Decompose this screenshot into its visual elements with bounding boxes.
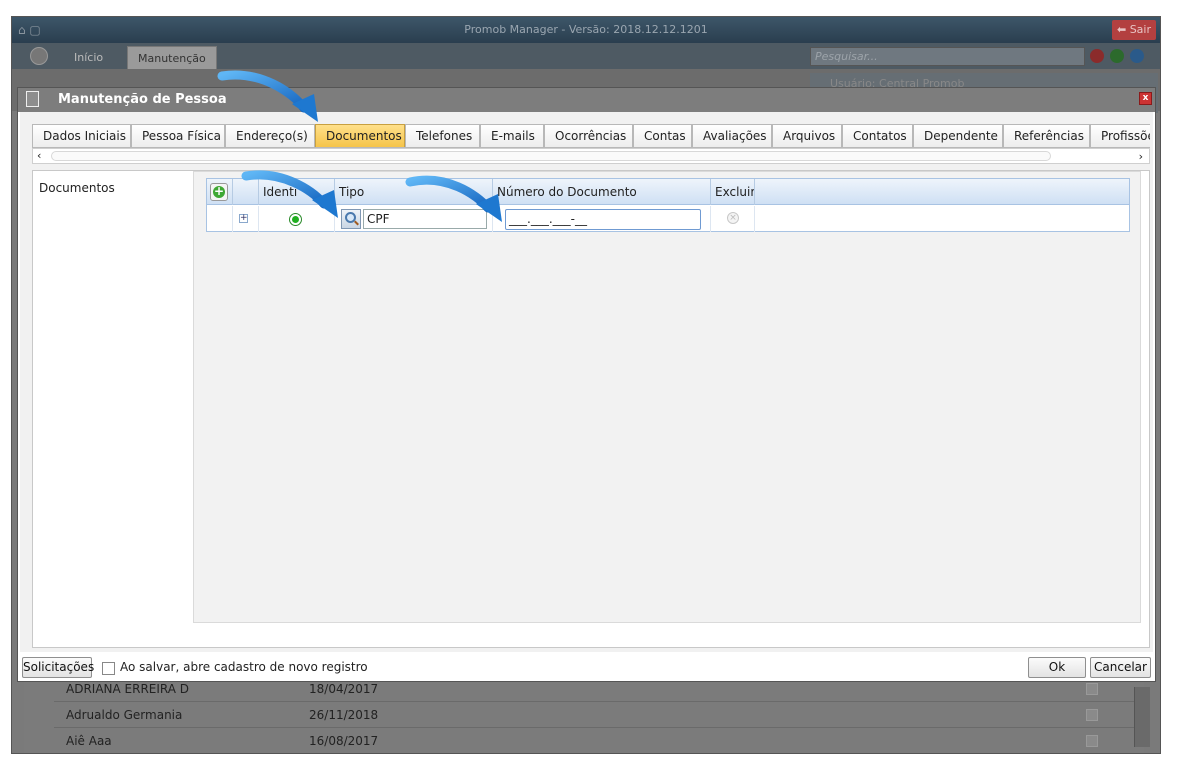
tab-telefones[interactable]: Telefones (405, 124, 480, 147)
table-row[interactable]: Adrualdo Germania 26/11/2018 (54, 703, 1144, 728)
row-checkbox[interactable] (1086, 683, 1098, 695)
tab-manutencao[interactable]: Manutenção (127, 46, 217, 69)
dialog-footer: Solicitações Ao salvar, abre cadastro de… (20, 655, 1153, 681)
expand-col-header (233, 179, 259, 205)
col-header-numero[interactable]: Número do Documento (493, 179, 711, 205)
section-label: Documentos (39, 181, 115, 195)
col-header-tipo[interactable]: Tipo (335, 179, 493, 205)
document-icon (26, 91, 39, 107)
delete-icon[interactable]: × (727, 212, 739, 224)
window-title: Promob Manager - Versão: 2018.12.12.1201 (464, 23, 708, 36)
close-button[interactable]: x (1139, 92, 1152, 105)
documents-grid: + Identi Tipo Número do Documento Exclui… (206, 178, 1130, 232)
exit-arrow-icon: ⬅ (1116, 23, 1127, 36)
row-date: 26/11/2018 (309, 708, 379, 722)
documents-panel: Documentos + Identi Tipo Número do Docum… (32, 170, 1150, 648)
red-status-icon (1090, 49, 1104, 63)
plus-icon: + (213, 184, 225, 198)
dialog-body: Dados Iniciais Pessoa Física Endereço(s)… (20, 112, 1153, 652)
tab-ocorrencias[interactable]: Ocorrências (544, 124, 633, 147)
tab-avaliacoes[interactable]: Avaliações (692, 124, 772, 147)
scroll-right-icon[interactable]: › (1139, 150, 1143, 163)
nav-bar: Início Manutenção Pesquisar... (12, 43, 1160, 69)
person-maintenance-dialog: Manutenção de Pessoa x Dados Iniciais Pe… (17, 87, 1156, 682)
tab-scrollbar[interactable]: ‹ › (32, 148, 1150, 164)
grid-header: + Identi Tipo Número do Documento Exclui… (207, 179, 1129, 205)
app-window: ⌂ ▢ Promob Manager - Versão: 2018.12.12.… (11, 16, 1161, 754)
numero-documento-input[interactable]: ___.___.___-__ (505, 209, 701, 230)
title-bar: ⌂ ▢ Promob Manager - Versão: 2018.12.12.… (12, 17, 1160, 43)
tab-profissoes[interactable]: Profissões (1090, 124, 1150, 147)
row-cell (207, 206, 233, 232)
grid-area: + Identi Tipo Número do Documento Exclui… (193, 171, 1141, 623)
tab-contas[interactable]: Contas (633, 124, 692, 147)
status-icons (1090, 49, 1146, 66)
col-header-excluir[interactable]: Excluir (711, 179, 755, 205)
dialog-title: Manutenção de Pessoa (58, 92, 227, 107)
scroll-track[interactable] (51, 151, 1051, 161)
row-name: Adrualdo Germania (66, 708, 183, 722)
ok-button[interactable]: Ok (1028, 657, 1086, 678)
exit-button[interactable]: ⬅ Sair (1112, 20, 1156, 40)
row-checkbox[interactable] (1086, 735, 1098, 747)
tab-contatos[interactable]: Contatos (842, 124, 913, 147)
solicitacoes-button[interactable]: Solicitações (22, 657, 94, 678)
dialog-title-bar: Manutenção de Pessoa x (18, 88, 1155, 112)
tab-arquivos[interactable]: Arquivos (772, 124, 842, 147)
search-input[interactable]: Pesquisar... (810, 47, 1085, 66)
exit-label: Sair (1129, 23, 1152, 36)
tab-enderecos[interactable]: Endereço(s) (225, 124, 315, 147)
background-scrollbar[interactable] (1134, 687, 1150, 747)
table-row[interactable]: + CPF ___.___.___-__ × (207, 206, 1129, 232)
save-new-checkbox[interactable] (102, 662, 115, 675)
tab-referencias[interactable]: Referências (1003, 124, 1090, 147)
col-header-identificador[interactable]: Identi (259, 179, 335, 205)
cancel-button[interactable]: Cancelar (1090, 657, 1151, 678)
expand-icon[interactable]: + (239, 214, 248, 223)
magnifier-handle (354, 220, 359, 226)
scroll-left-icon[interactable]: ‹ (37, 149, 41, 162)
tab-dependente[interactable]: Dependente (913, 124, 1003, 147)
tab-strip: Dados Iniciais Pessoa Física Endereço(s)… (32, 124, 1150, 148)
home-icon[interactable]: ⌂ ▢ (18, 17, 41, 43)
add-cell: + (207, 179, 233, 205)
add-row-button[interactable]: + (210, 183, 228, 201)
save-new-label: Ao salvar, abre cadastro de novo registr… (120, 660, 368, 674)
help-icon[interactable] (1129, 49, 1144, 63)
lookup-button[interactable] (341, 209, 361, 229)
background-grid: ADRIANA ERREIRA D 18/04/2017 Adrualdo Ge… (24, 677, 1144, 753)
row-checkbox[interactable] (1086, 709, 1098, 721)
tab-inicio[interactable]: Início (64, 46, 113, 69)
table-row[interactable]: Aiê Aaa 16/08/2017 (54, 729, 1144, 753)
brazil-flag-icon (1109, 49, 1124, 63)
tab-documentos[interactable]: Documentos (315, 124, 405, 147)
tab-pessoa-fisica[interactable]: Pessoa Física (131, 124, 225, 147)
row-date: 16/08/2017 (309, 734, 379, 748)
identifier-radio[interactable] (289, 213, 302, 226)
tab-dados-iniciais[interactable]: Dados Iniciais (32, 124, 131, 147)
tab-emails[interactable]: E-mails (480, 124, 544, 147)
tipo-input[interactable]: CPF (363, 209, 487, 229)
globe-icon[interactable] (30, 47, 48, 65)
row-name: Aiê Aaa (66, 734, 112, 748)
